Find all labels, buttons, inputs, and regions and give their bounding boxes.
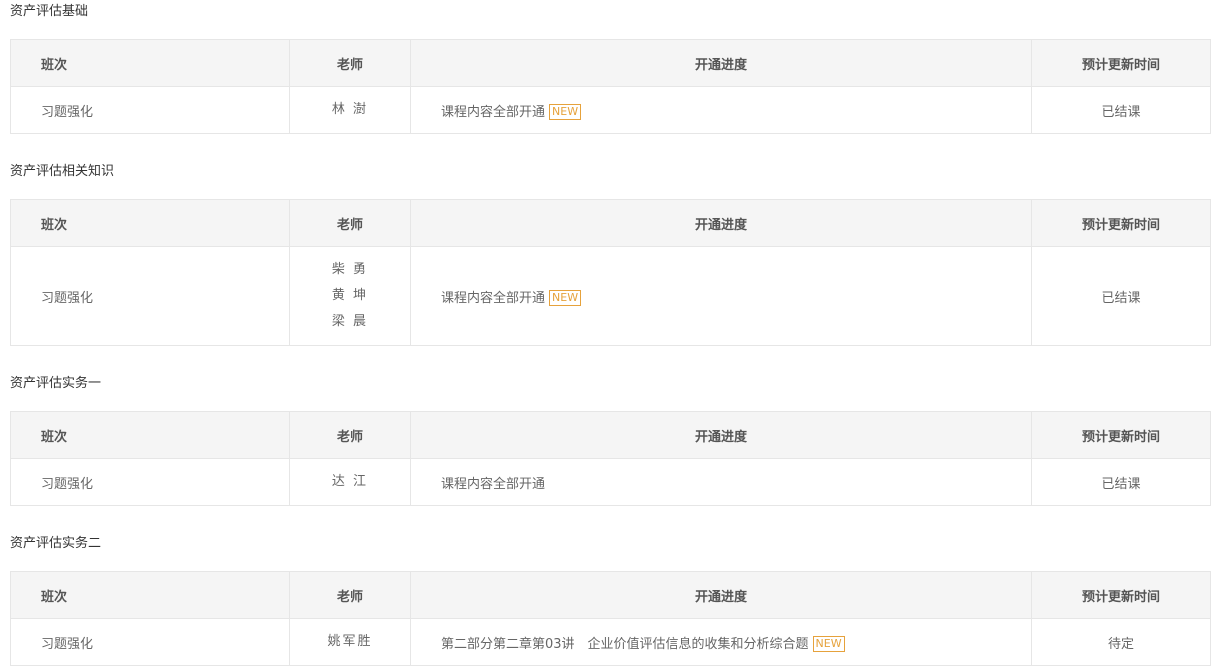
- section-title: 资产评估相关知识: [10, 164, 115, 179]
- update-time-cell: 已结课: [1031, 458, 1211, 506]
- progress-text: 第二部分第二章第03讲 企业价值评估信息的收集和分析综合题: [441, 636, 809, 652]
- progress-text: 课程内容全部开通: [441, 104, 546, 120]
- table-header-row: 班次 老师 开通进度 预计更新时间: [10, 199, 1211, 247]
- class-cell: 习题强化: [10, 458, 290, 506]
- course-schedule-page: 资产评估基础 班次 老师 开通进度 预计更新时间 习题强化 林 澍 课程内容全部…: [0, 0, 1219, 672]
- course-table: 班次 老师 开通进度 预计更新时间 习题强化 林 澍 课程内容全部开通NEW: [10, 39, 1211, 134]
- table-row: 习题强化 姚军胜 第二部分第二章第03讲 企业价值评估信息的收集和分析综合题 NE…: [10, 618, 1211, 666]
- table-row: 习题强化 达 江 课程内容全部开通 已结课: [10, 458, 1211, 506]
- course-table: 班次 老师 开通进度 预计更新时间 习题强化 姚军胜 第二部分第二章第03讲 企…: [10, 571, 1211, 666]
- header-class: 班次: [10, 199, 290, 247]
- update-time-cell: 已结课: [1031, 86, 1211, 134]
- table-row: 习题强化 柴 勇 黄 坤 梁 晨 课程内容全部开通 NEW 已结课: [10, 246, 1211, 346]
- section-title: 资产评估实务一: [10, 376, 102, 391]
- teacher-name: 达 江: [331, 474, 369, 489]
- progress-cell: 课程内容全部开通: [410, 458, 1032, 506]
- progress-cell: 课程内容全部开通 NEW: [410, 86, 1032, 134]
- progress-cell: 课程内容全部开通 NEW: [410, 246, 1032, 346]
- header-progress: 开通进度: [410, 199, 1032, 247]
- header-progress: 开通进度: [410, 39, 1032, 87]
- header-teacher: 老师: [289, 199, 411, 247]
- header-class: 班次: [10, 571, 290, 619]
- section-title: 资产评估实务二: [10, 536, 102, 551]
- section-title: 资产评估基础: [10, 4, 89, 19]
- teacher-cell: 达 江: [289, 458, 411, 506]
- progress-cell: 第二部分第二章第03讲 企业价值评估信息的收集和分析综合题 NEW: [410, 618, 1032, 666]
- teacher-name: 柴 勇: [331, 262, 369, 277]
- teacher-cell: 林 澍: [289, 86, 411, 134]
- header-update-time: 预计更新时间: [1031, 571, 1211, 619]
- class-cell: 习题强化: [10, 246, 290, 346]
- course-table: 班次 老师 开通进度 预计更新时间 习题强化 达 江 课程内容全部开通 已结课: [10, 411, 1211, 506]
- teacher-cell: 姚军胜: [289, 618, 411, 666]
- table-header-row: 班次 老师 开通进度 预计更新时间: [10, 39, 1211, 87]
- header-update-time: 预计更新时间: [1031, 199, 1211, 247]
- progress-text: 课程内容全部开通: [441, 476, 546, 492]
- header-update-time: 预计更新时间: [1031, 39, 1211, 87]
- new-badge: NEW: [549, 289, 582, 306]
- teacher-name: 林 澍: [331, 102, 369, 117]
- update-time-cell: 已结课: [1031, 246, 1211, 346]
- update-time-cell: 待定: [1031, 618, 1211, 666]
- class-cell: 习题强化: [10, 86, 290, 134]
- header-progress: 开通进度: [410, 411, 1032, 459]
- header-teacher: 老师: [289, 411, 411, 459]
- teacher-name: 黄 坤: [331, 288, 369, 303]
- header-progress: 开通进度: [410, 571, 1032, 619]
- header-class: 班次: [10, 411, 290, 459]
- header-update-time: 预计更新时间: [1031, 411, 1211, 459]
- teacher-cell: 柴 勇 黄 坤 梁 晨: [289, 246, 411, 346]
- new-badge: NEW: [812, 635, 845, 652]
- class-cell: 习题强化: [10, 618, 290, 666]
- new-badge: NEW: [549, 103, 582, 120]
- teacher-name: 姚军胜: [327, 634, 373, 649]
- table-header-row: 班次 老师 开通进度 预计更新时间: [10, 571, 1211, 619]
- teacher-name: 梁 晨: [331, 314, 369, 329]
- table-row: 习题强化 林 澍 课程内容全部开通 NEW 已结课: [10, 86, 1211, 134]
- table-header-row: 班次 老师 开通进度 预计更新时间: [10, 411, 1211, 459]
- header-class: 班次: [10, 39, 290, 87]
- header-teacher: 老师: [289, 39, 411, 87]
- header-teacher: 老师: [289, 571, 411, 619]
- course-table: 班次 老师 开通进度 预计更新时间 习题强化 柴 勇 黄 坤 梁 晨 课程内容全…: [10, 199, 1211, 346]
- progress-text: 课程内容全部开通: [441, 290, 546, 306]
